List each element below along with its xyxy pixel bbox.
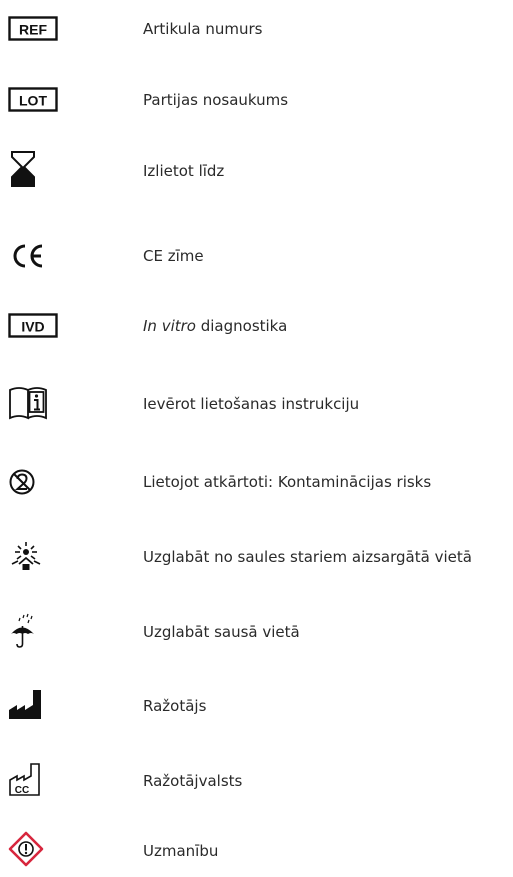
legend-label-use-by: Izlietot līdz xyxy=(143,162,225,180)
legend-row-instructions: Ievērot lietošanas instrukciju xyxy=(0,384,513,424)
legend-row-use-by: Izlietot līdz xyxy=(0,151,513,191)
instructions-icon xyxy=(8,384,58,424)
country-of-manufacture-icon: CC xyxy=(8,761,58,801)
legend-row-ref: REF Artikula numurs xyxy=(0,9,513,49)
legend-label-do-not-reuse: Lietojot atkārtoti: Kontaminācijas risks xyxy=(143,473,432,491)
legend-row-sunlight: Uzglabāt no saules stariem aizsargātā vi… xyxy=(0,537,513,577)
legend-row-do-not-reuse: Lietojot atkārtoti: Kontaminācijas risks xyxy=(0,462,513,502)
legend-label-manufacturer: Ražotājs xyxy=(143,697,207,715)
symbol-legend: REF Artikula numurs LOT Partijas nosauku… xyxy=(0,0,513,877)
legend-row-ivd: IVD In vitro diagnostika xyxy=(0,306,513,346)
legend-row-country: CC Ražotājvalsts xyxy=(0,761,513,801)
manufacturer-icon xyxy=(8,686,58,726)
legend-label-ivd-rest: diagnostika xyxy=(195,317,288,335)
legend-row-keep-dry: Uzglabāt sausā vietā xyxy=(0,612,513,652)
legend-label-country: Ražotājvalsts xyxy=(143,772,243,790)
ref-code: REF xyxy=(19,22,47,38)
ivd-icon: IVD xyxy=(8,306,58,346)
hourglass-icon xyxy=(8,151,58,191)
ivd-code: IVD xyxy=(21,319,44,335)
legend-row-lot: LOT Partijas nosaukums xyxy=(0,80,513,120)
keep-dry-icon xyxy=(8,612,58,652)
legend-label-instructions: Ievērot lietošanas instrukciju xyxy=(143,395,360,413)
legend-label-sunlight: Uzglabāt no saules stariem aizsargātā vi… xyxy=(143,548,472,566)
legend-label-ce: CE zīme xyxy=(143,247,204,265)
legend-label-ivd: In vitro diagnostika xyxy=(143,306,287,346)
legend-row-caution: Uzmanību xyxy=(0,831,513,871)
keep-away-from-sunlight-icon xyxy=(8,537,58,577)
legend-label-caution: Uzmanību xyxy=(143,842,219,860)
do-not-reuse-icon xyxy=(8,462,58,502)
lot-code: LOT xyxy=(19,93,47,109)
ce-mark-icon xyxy=(8,236,58,276)
lot-icon: LOT xyxy=(8,80,58,120)
legend-row-manufacturer: Ražotājs xyxy=(0,686,513,726)
legend-label-ref: Artikula numurs xyxy=(143,20,263,38)
legend-label-keep-dry: Uzglabāt sausā vietā xyxy=(143,623,300,641)
warning-icon xyxy=(8,831,58,871)
country-code: CC xyxy=(15,785,29,796)
legend-label-ivd-italic: In vitro xyxy=(143,317,196,335)
legend-row-ce: CE zīme xyxy=(0,236,513,276)
legend-label-lot: Partijas nosaukums xyxy=(143,91,289,109)
ref-icon: REF xyxy=(8,9,58,49)
